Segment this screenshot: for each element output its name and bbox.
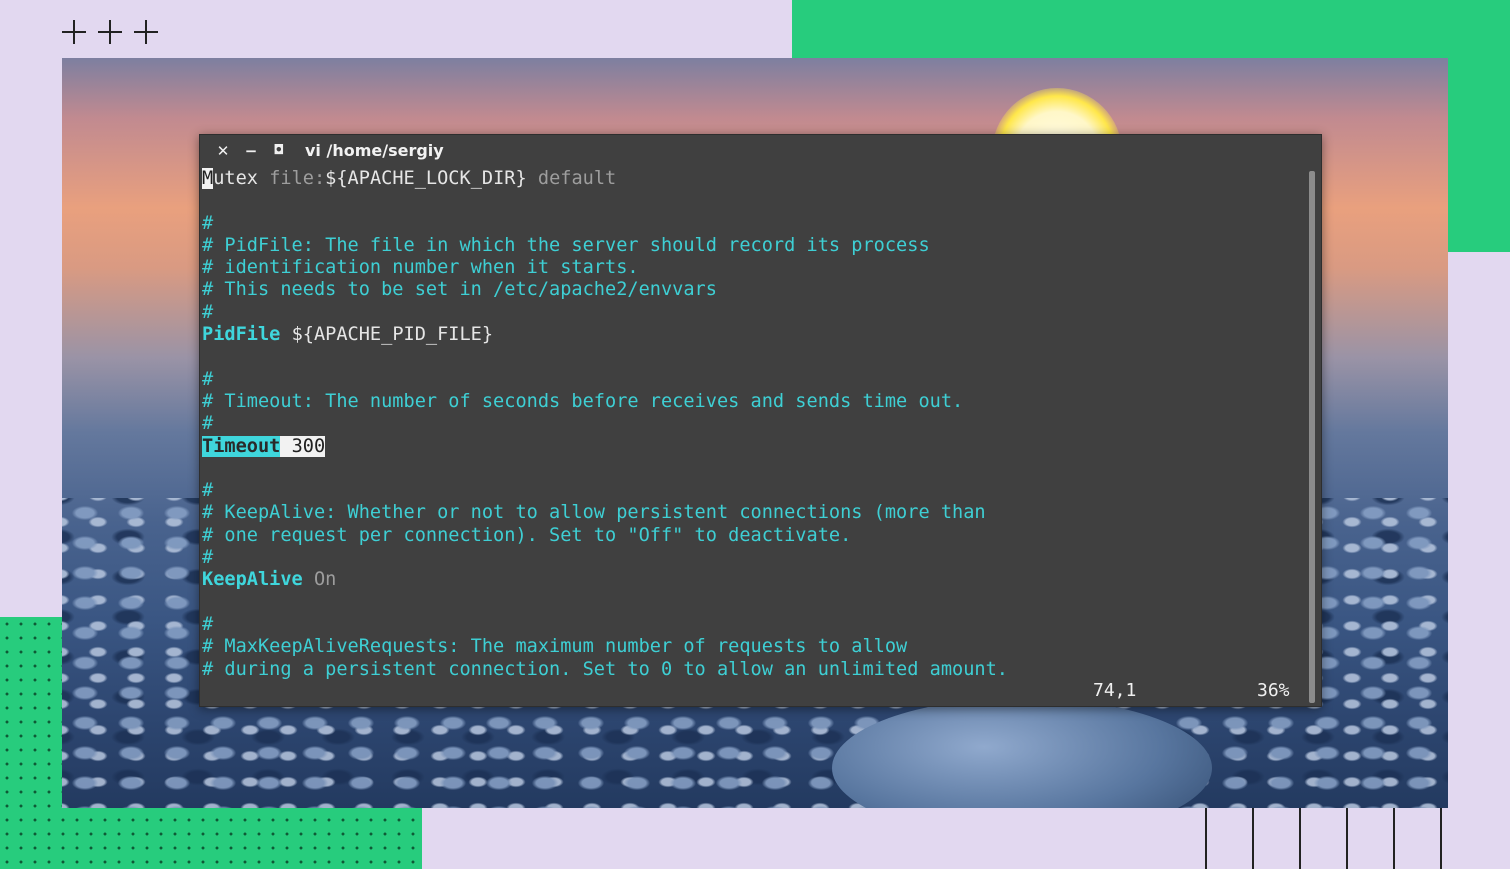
plus-icon — [132, 16, 160, 48]
editor-line: # identification number when it starts. — [202, 257, 1302, 279]
window-title: vi /home/sergiy — [305, 141, 444, 160]
editor-line: # Timeout: The number of seconds before … — [202, 391, 1302, 413]
decorative-vertical-lines — [1205, 808, 1445, 869]
code-token: # identification number when it starts. — [202, 257, 639, 279]
code-token: # — [202, 547, 214, 569]
text-cursor: M — [202, 168, 214, 189]
vi-editor-buffer[interactable]: Mutex file:${APACHE_LOCK_DIR} default # # … — [202, 168, 1302, 681]
editor-line: # — [202, 302, 1302, 324]
code-token: file: — [269, 168, 326, 189]
editor-line: # PidFile: The file in which the server … — [202, 235, 1302, 257]
code-token: # PidFile: The file in which the server … — [202, 234, 930, 256]
vertical-line — [1252, 808, 1254, 869]
editor-line: # KeepAlive: Whether or not to allow per… — [202, 502, 1302, 524]
code-token: # one request per connection). Set to "O… — [202, 524, 852, 546]
plus-icon — [60, 16, 88, 48]
editor-line: # — [202, 413, 1302, 435]
close-icon[interactable]: ✕ — [213, 140, 233, 162]
decorative-plus-signs — [60, 16, 160, 48]
vertical-line — [1205, 808, 1207, 869]
editor-line: Timeout 300 — [202, 435, 1302, 458]
editor-line: Mutex file:${APACHE_LOCK_DIR} default — [202, 168, 1302, 190]
code-token: # — [202, 480, 214, 502]
editor-line: # — [202, 213, 1302, 235]
code-token: # Timeout: The number of seconds before … — [202, 390, 964, 412]
plus-icon — [96, 16, 124, 48]
scroll-percent: 36% — [1257, 680, 1290, 701]
code-token: utex — [213, 168, 270, 189]
code-token: KeepAlive — [202, 569, 303, 591]
editor-line: # — [202, 480, 1302, 502]
scrollbar-thumb[interactable] — [1309, 171, 1315, 703]
code-token: On — [302, 569, 337, 591]
editor-line: # — [202, 547, 1302, 569]
code-token: # — [202, 212, 214, 234]
maximize-icon[interactable]: ◘ — [269, 140, 289, 162]
editor-line: # during a persistent connection. Set to… — [202, 659, 1302, 681]
editor-line: # This needs to be set in /etc/apache2/e… — [202, 279, 1302, 301]
code-token: # — [202, 613, 214, 635]
code-token: ${APACHE_PID_FILE} — [280, 324, 494, 346]
editor-line: PidFile ${APACHE_PID_FILE} — [202, 324, 1302, 346]
editor-line: KeepAlive On — [202, 569, 1302, 591]
editor-line: # one request per connection). Set to "O… — [202, 525, 1302, 547]
code-token: PidFile — [202, 324, 281, 346]
editor-line: # MaxKeepAliveRequests: The maximum numb… — [202, 636, 1302, 658]
code-token: # MaxKeepAliveRequests: The maximum numb… — [202, 636, 908, 658]
code-token: # KeepAlive: Whether or not to allow per… — [202, 502, 986, 524]
code-token: # — [202, 413, 214, 435]
code-token: 300 — [280, 435, 326, 457]
editor-line: # — [202, 614, 1302, 636]
code-token: # — [202, 301, 214, 323]
code-token: ${APACHE_LOCK_DIR} — [325, 168, 538, 189]
vertical-line — [1440, 808, 1442, 869]
cursor-position: 74,1 — [1093, 680, 1137, 701]
editor-line: # — [202, 369, 1302, 391]
vertical-line — [1346, 808, 1348, 869]
code-token: Timeout — [202, 435, 281, 457]
terminal-titlebar[interactable]: ✕ − ◘ vi /home/sergiy — [200, 135, 1321, 169]
vertical-line — [1299, 808, 1301, 869]
code-token: # during a persistent connection. Set to… — [202, 658, 1008, 680]
code-token: # — [202, 368, 214, 390]
vertical-line — [1393, 808, 1395, 869]
vi-status-line: 74,1 36% — [200, 680, 1300, 702]
code-token: default — [537, 168, 617, 189]
minimize-icon[interactable]: − — [241, 140, 261, 162]
terminal-window[interactable]: ✕ − ◘ vi /home/sergiy Mutex file:${APACH… — [199, 134, 1322, 707]
code-token: # This needs to be set in /etc/apache2/e… — [202, 279, 717, 301]
